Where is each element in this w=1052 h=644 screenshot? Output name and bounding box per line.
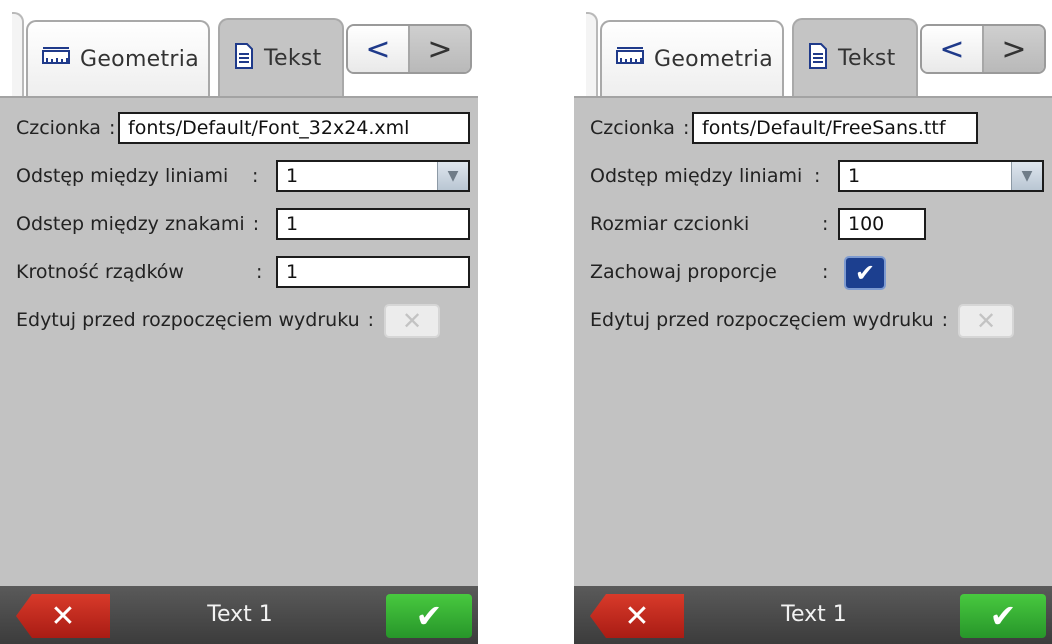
line-spacing-row: Odstęp między liniami [590, 158, 802, 194]
edit-before-print-colon: : [367, 309, 375, 331]
row-multiplicity-colon: : [256, 261, 263, 283]
document-icon [808, 43, 828, 73]
object-name: Text 1 [207, 602, 273, 627]
x-icon: ✕ [975, 307, 997, 335]
check-icon: ✔ [415, 597, 443, 635]
ruler-icon [42, 45, 70, 73]
font-colon: : [682, 117, 690, 139]
x-icon: ✕ [50, 598, 76, 634]
keep-proportions-label: Zachowaj proporcje [590, 261, 777, 283]
line-spacing-colon: : [252, 165, 259, 187]
tab-bar: Geometria Tekst < > [0, 0, 478, 98]
tab-bar: Geometria Tekst < > [574, 0, 1052, 98]
keep-proportions-row: Zachowaj proporcje [590, 254, 777, 290]
tab-navigation: < > [920, 24, 1046, 74]
x-icon: ✕ [401, 307, 423, 335]
document-icon [234, 43, 254, 73]
font-field[interactable]: fonts/Default/Font_32x24.xml [118, 112, 470, 144]
chevron-down-icon[interactable]: ▼ [1011, 162, 1042, 190]
font-row: Czcionka : [16, 110, 123, 146]
char-spacing-label: Odstep między znakami [16, 213, 245, 235]
tab-text[interactable]: Tekst [218, 18, 344, 96]
chevron-down-icon[interactable]: ▼ [437, 162, 468, 190]
cancel-button[interactable]: ✕ [590, 594, 684, 638]
left-screen: Geometria Tekst < > Czcionka : fonts/Def… [0, 0, 478, 644]
x-icon: ✕ [624, 598, 650, 634]
edit-before-print-label: Edytuj przed rozpoczęciem wydruku [590, 309, 934, 331]
settings-panel: Czcionka : fonts/Default/FreeSans.ttf Od… [574, 96, 1052, 586]
edit-before-print-row: Edytuj przed rozpoczęciem wydruku : [590, 302, 956, 338]
previous-tab-edge[interactable] [586, 12, 598, 98]
line-spacing-label: Odstęp między liniami [590, 165, 803, 187]
line-spacing-value: 1 [848, 165, 861, 187]
row-multiplicity-label: Krotność rządków [16, 261, 184, 283]
check-icon: ✔ [854, 259, 876, 287]
previous-tab-button[interactable]: < [922, 26, 984, 72]
font-field[interactable]: fonts/Default/FreeSans.ttf [692, 112, 978, 144]
tab-geometry[interactable]: Geometria [600, 20, 784, 96]
settings-panel: Czcionka : fonts/Default/Font_32x24.xml … [0, 96, 478, 586]
line-spacing-row: Odstęp między liniami [16, 158, 228, 194]
font-label: Czcionka [590, 117, 675, 139]
previous-tab-edge[interactable] [12, 12, 24, 98]
font-row: Czcionka : [590, 110, 697, 146]
tab-text-label: Tekst [264, 45, 322, 71]
font-size-colon: : [822, 213, 829, 235]
font-size-row: Rozmiar czcionki [590, 206, 749, 242]
keep-proportions-colon: : [822, 261, 829, 283]
line-spacing-value: 1 [286, 165, 299, 187]
check-icon: ✔ [989, 597, 1017, 635]
cancel-button[interactable]: ✕ [16, 594, 110, 638]
char-spacing-colon: : [252, 213, 260, 235]
row-multiplicity-row: Krotność rządków [16, 254, 184, 290]
edit-before-print-checkbox[interactable]: ✕ [958, 304, 1014, 338]
right-screen: Geometria Tekst < > Czcionka : fonts/Def… [574, 0, 1052, 644]
object-name: Text 1 [781, 602, 847, 627]
next-tab-button[interactable]: > [410, 26, 470, 72]
font-colon: : [108, 117, 116, 139]
tab-geometry[interactable]: Geometria [26, 20, 210, 96]
next-tab-button[interactable]: > [984, 26, 1044, 72]
edit-before-print-checkbox[interactable]: ✕ [384, 304, 440, 338]
bottom-bar: ✕ Text 1 ✔ [0, 586, 478, 644]
font-size-field[interactable]: 100 [838, 208, 926, 240]
ruler-icon [616, 45, 644, 73]
font-label: Czcionka [16, 117, 101, 139]
edit-before-print-colon: : [941, 309, 949, 331]
previous-tab-button[interactable]: < [348, 26, 410, 72]
row-multiplicity-field[interactable]: 1 [276, 256, 470, 288]
tab-text-label: Tekst [838, 45, 896, 71]
edit-before-print-row: Edytuj przed rozpoczęciem wydruku : [16, 302, 382, 338]
line-spacing-select[interactable]: 1 ▼ [276, 160, 470, 192]
tab-navigation: < > [346, 24, 472, 74]
bottom-bar: ✕ Text 1 ✔ [574, 586, 1052, 644]
tab-geometry-label: Geometria [654, 46, 773, 72]
font-size-label: Rozmiar czcionki [590, 213, 750, 235]
char-spacing-row: Odstep między znakami : [16, 206, 267, 242]
char-spacing-field[interactable]: 1 [276, 208, 470, 240]
edit-before-print-label: Edytuj przed rozpoczęciem wydruku [16, 309, 360, 331]
line-spacing-label: Odstęp między liniami [16, 165, 229, 187]
tab-geometry-label: Geometria [80, 46, 199, 72]
confirm-button[interactable]: ✔ [386, 594, 472, 638]
line-spacing-colon: : [814, 165, 821, 187]
keep-proportions-checkbox[interactable]: ✔ [844, 256, 886, 290]
tab-text[interactable]: Tekst [792, 18, 918, 96]
line-spacing-select[interactable]: 1 ▼ [838, 160, 1044, 192]
confirm-button[interactable]: ✔ [960, 594, 1046, 638]
